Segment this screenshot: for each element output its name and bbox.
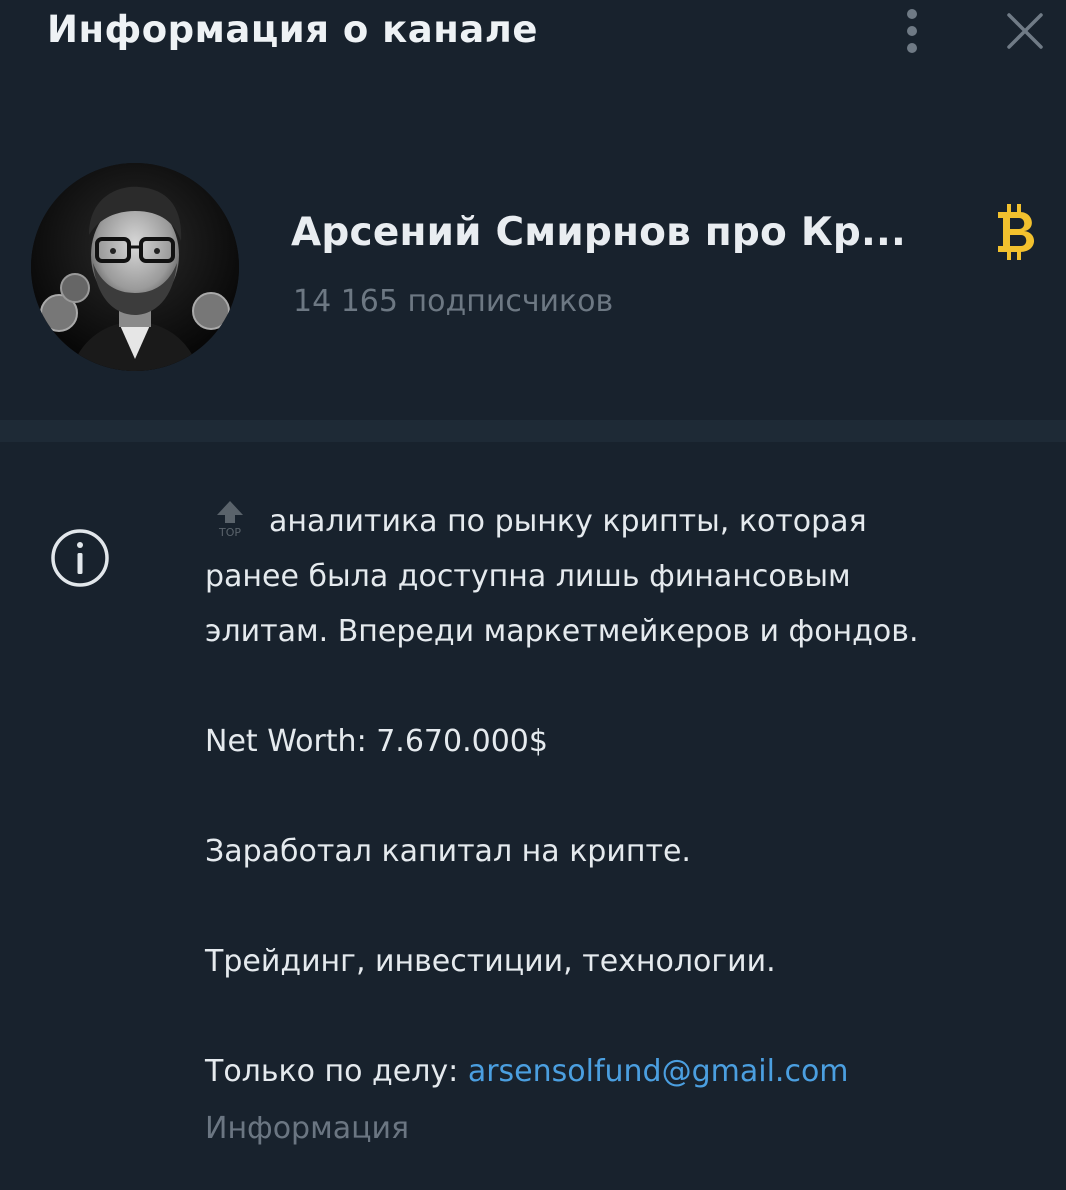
subscribers-count: 14 165 подписчиков [293, 284, 614, 319]
description-text-2: ранее была доступна лишь финансовым [205, 559, 851, 594]
close-icon[interactable] [1000, 6, 1050, 56]
more-vertical-icon[interactable] [896, 4, 928, 58]
section-divider [0, 420, 1066, 442]
info-icon [48, 526, 112, 590]
contact-prefix: Только по делу: [205, 1054, 468, 1089]
top-arrow-label: TOP [218, 526, 241, 539]
topics-text: Трейдинг, инвестиции, технологии. [205, 944, 776, 979]
description-text-1: аналитика по рынку крипты, которая [269, 504, 867, 539]
description-text-3: элитам. Впереди маркетмейкеров и фондов. [205, 614, 919, 649]
net-worth-text: Net Worth: 7.670.000$ [205, 724, 548, 759]
avatar[interactable] [31, 163, 239, 371]
email-link[interactable]: arsensolfund@gmail.com [468, 1054, 849, 1089]
channel-info: TOP аналитика по рынку крипты, которая р… [0, 442, 1066, 1190]
top-arrow-icon: TOP [205, 499, 255, 539]
header-bar: Информация о канале [0, 0, 1066, 80]
channel-profile: Арсений Смирнов про Кр... 14 165 подписч… [0, 80, 1066, 420]
bitcoin-icon [990, 200, 1042, 264]
contact-line: Только по делу: arsensolfund@gmail.com [205, 1044, 1045, 1099]
description-line: TOP аналитика по рынку крипты, которая [205, 494, 1045, 549]
info-label: Информация [205, 1111, 410, 1146]
channel-name: Арсений Смирнов про Кр... [291, 210, 907, 255]
channel-description: TOP аналитика по рынку крипты, которая р… [205, 494, 1045, 1159]
page-title: Информация о канале [47, 8, 538, 51]
earned-text: Заработал капитал на крипте. [205, 834, 691, 869]
